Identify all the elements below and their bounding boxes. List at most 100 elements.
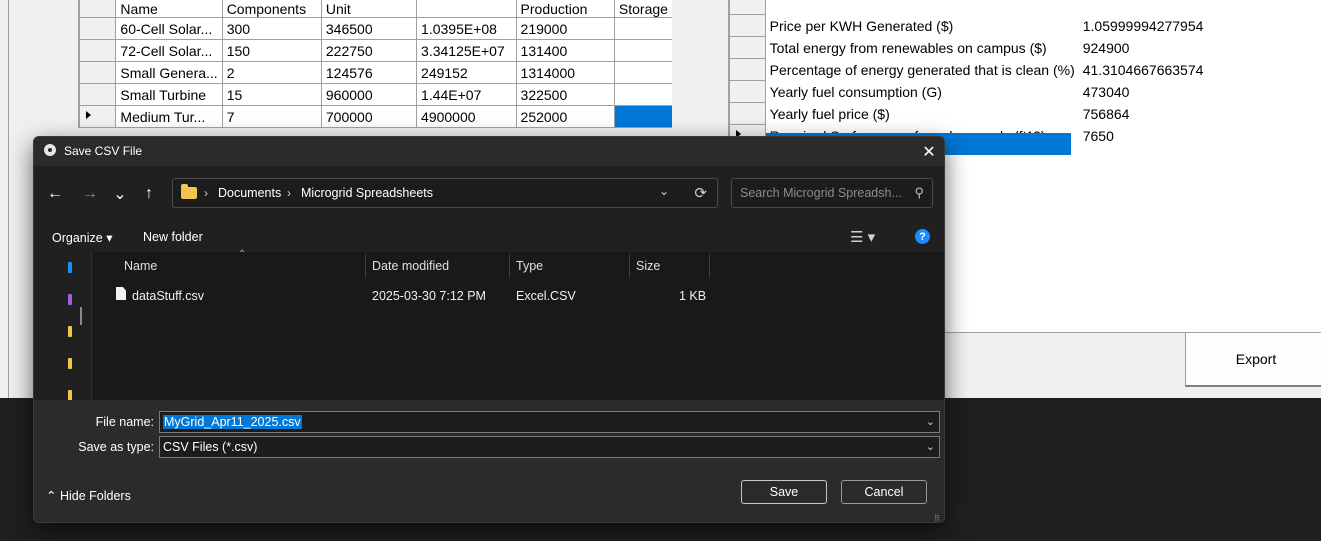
row-header[interactable]	[729, 102, 766, 125]
organize-menu[interactable]: Organize ▾	[52, 230, 112, 245]
stat-label[interactable]: Yearly fuel price ($)	[765, 102, 1079, 125]
resize-grip-icon[interactable]: ⠿	[934, 514, 942, 522]
column-header-total[interactable]	[416, 0, 517, 18]
table-row[interactable]: Small Turbine 15 960000 1.44E+07 322500	[79, 83, 673, 106]
cell-unit[interactable]: 960000	[320, 83, 418, 106]
new-folder-button[interactable]: New folder	[143, 230, 203, 244]
stat-value[interactable]: 924900	[1078, 36, 1321, 59]
cell-total[interactable]: 249152	[416, 61, 517, 84]
row-header[interactable]	[729, 80, 766, 103]
row-header[interactable]	[79, 39, 117, 62]
cell-total[interactable]: 1.44E+07	[416, 83, 517, 106]
stat-label[interactable]: Price per KWH Generated ($)	[765, 14, 1079, 37]
row-header[interactable]	[79, 83, 117, 106]
up-arrow-icon[interactable]: ↑	[137, 183, 161, 205]
column-header-name[interactable]: Name	[115, 0, 223, 18]
cell-name[interactable]: Small Turbine	[115, 83, 223, 106]
table-row[interactable]: Medium Tur... 7 700000 4900000 252000	[79, 105, 673, 128]
cell-storage[interactable]	[613, 39, 673, 62]
breadcrumb-microgrid-spreadsheets[interactable]: Microgrid Spreadsheets	[301, 186, 433, 200]
row-header[interactable]	[729, 36, 766, 59]
cell-components[interactable]: 15	[221, 83, 322, 106]
table-row[interactable]: Price per KWH Generated ($) 1.05999994277…	[729, 14, 1321, 37]
hide-folders-toggle[interactable]: ⌃ Hide Folders	[46, 488, 131, 503]
file-list[interactable]: ⌃ Name Date modified Type Size dataStuff…	[92, 249, 944, 400]
column-header-unit[interactable]: Unit	[320, 0, 418, 18]
file-name-field[interactable]: MyGrid_Apr11_2025.csv ⌄	[159, 411, 940, 433]
cell-total[interactable]: 3.34125E+07	[416, 39, 517, 62]
table-row[interactable]: 60-Cell Solar... 300 346500 1.0395E+08 21900…	[79, 17, 673, 40]
column-header-production[interactable]: Production	[515, 0, 615, 18]
column-header-date-modified[interactable]: Date modified	[366, 252, 509, 278]
stat-label[interactable]: Percentage of energy generated that is c…	[765, 58, 1079, 81]
stat-value[interactable]: 7650	[1078, 124, 1321, 147]
cell-total[interactable]: 4900000	[416, 105, 517, 128]
row-header[interactable]	[79, 17, 117, 40]
folder-icon[interactable]	[68, 326, 72, 337]
cell-name[interactable]: Medium Tur...	[115, 105, 223, 128]
close-icon[interactable]: ✕	[914, 137, 944, 166]
stat-value[interactable]: 41.3104667663574	[1078, 58, 1321, 81]
view-options-icon[interactable]: ☰ ▾	[850, 228, 875, 246]
stat-value[interactable]	[1078, 0, 1321, 15]
nav-pane-scrollbar[interactable]	[80, 307, 82, 325]
cell-name[interactable]: 72-Cell Solar...	[115, 39, 223, 62]
cell-production[interactable]: 1314000	[515, 61, 615, 84]
save-button[interactable]: Save	[741, 480, 827, 504]
stat-label[interactable]: Yearly fuel consumption (G)	[765, 80, 1079, 103]
stat-value[interactable]: 473040	[1078, 80, 1321, 103]
navigation-pane[interactable]	[34, 252, 92, 401]
table-row[interactable]: Percentage of energy generated that is c…	[729, 58, 1321, 81]
table-row[interactable]: 72-Cell Solar... 150 222750 3.34125E+07 1314…	[79, 39, 673, 62]
column-header-storage[interactable]: Storage	[613, 0, 673, 18]
row-header[interactable]	[729, 58, 766, 81]
stat-label[interactable]	[765, 0, 1079, 15]
dialog-titlebar[interactable]: Save CSV File ✕	[34, 137, 944, 166]
column-header-type[interactable]: Type	[510, 252, 629, 278]
stat-value[interactable]: 756864	[1078, 102, 1321, 125]
cell-components[interactable]: 150	[221, 39, 322, 62]
cell-components[interactable]: 7	[221, 105, 322, 128]
table-row[interactable]: Yearly fuel price ($) 756864	[729, 102, 1321, 125]
table-row[interactable]: Total energy from renewables on campus (…	[729, 36, 1321, 59]
help-icon[interactable]: ?	[915, 229, 930, 244]
forward-arrow-icon[interactable]: →	[78, 183, 102, 205]
recent-locations-chevron-icon[interactable]: ⌄	[108, 183, 132, 205]
row-header[interactable]	[79, 61, 117, 84]
column-header-name[interactable]: Name	[118, 252, 364, 278]
column-header-components[interactable]: Components	[221, 0, 322, 18]
address-bar[interactable]: › Documents › Microgrid Spreadsheets ⌄ ⟳	[172, 178, 718, 208]
gallery-icon[interactable]	[68, 294, 72, 305]
cell-name[interactable]: 60-Cell Solar...	[115, 17, 223, 40]
table-row[interactable]: Yearly fuel consumption (G) 473040	[729, 80, 1321, 103]
stat-value[interactable]: 1.05999994277954	[1078, 14, 1321, 37]
search-box[interactable]: Search Microgrid Spreadsh... ⚲	[731, 178, 933, 208]
cell-storage[interactable]	[613, 105, 673, 128]
breadcrumb-documents[interactable]: Documents	[218, 186, 281, 200]
cell-production[interactable]: 252000	[515, 105, 615, 128]
cell-storage[interactable]	[613, 61, 673, 84]
export-button[interactable]: Export	[1185, 332, 1321, 387]
chevron-down-icon[interactable]: ⌄	[926, 440, 935, 453]
cell-total[interactable]: 1.0395E+08	[416, 17, 517, 40]
cell-unit[interactable]: 222750	[320, 39, 418, 62]
row-header[interactable]	[729, 14, 766, 37]
file-row[interactable]: dataStuff.csv 2025-03-30 7:12 PM Excel.C…	[92, 286, 944, 308]
cell-production[interactable]: 219000	[515, 17, 615, 40]
cell-storage[interactable]	[613, 83, 673, 106]
row-header[interactable]	[79, 105, 117, 128]
cell-production[interactable]: 131400	[515, 39, 615, 62]
refresh-icon[interactable]: ⟳	[694, 184, 707, 202]
cell-components[interactable]: 300	[221, 17, 322, 40]
cancel-button[interactable]: Cancel	[841, 480, 927, 504]
cell-production[interactable]: 322500	[515, 83, 615, 106]
stat-label[interactable]: Total energy from renewables on campus (…	[765, 36, 1079, 59]
back-arrow-icon[interactable]: ←	[43, 183, 67, 205]
cell-unit[interactable]: 700000	[320, 105, 418, 128]
cell-storage[interactable]	[613, 17, 673, 40]
quick-access-icon[interactable]	[68, 262, 72, 273]
column-divider[interactable]	[709, 254, 710, 278]
chevron-down-icon[interactable]: ⌄	[926, 415, 935, 428]
save-as-type-select[interactable]: CSV Files (*.csv) ⌄	[159, 436, 940, 458]
folder-icon[interactable]	[68, 358, 72, 369]
